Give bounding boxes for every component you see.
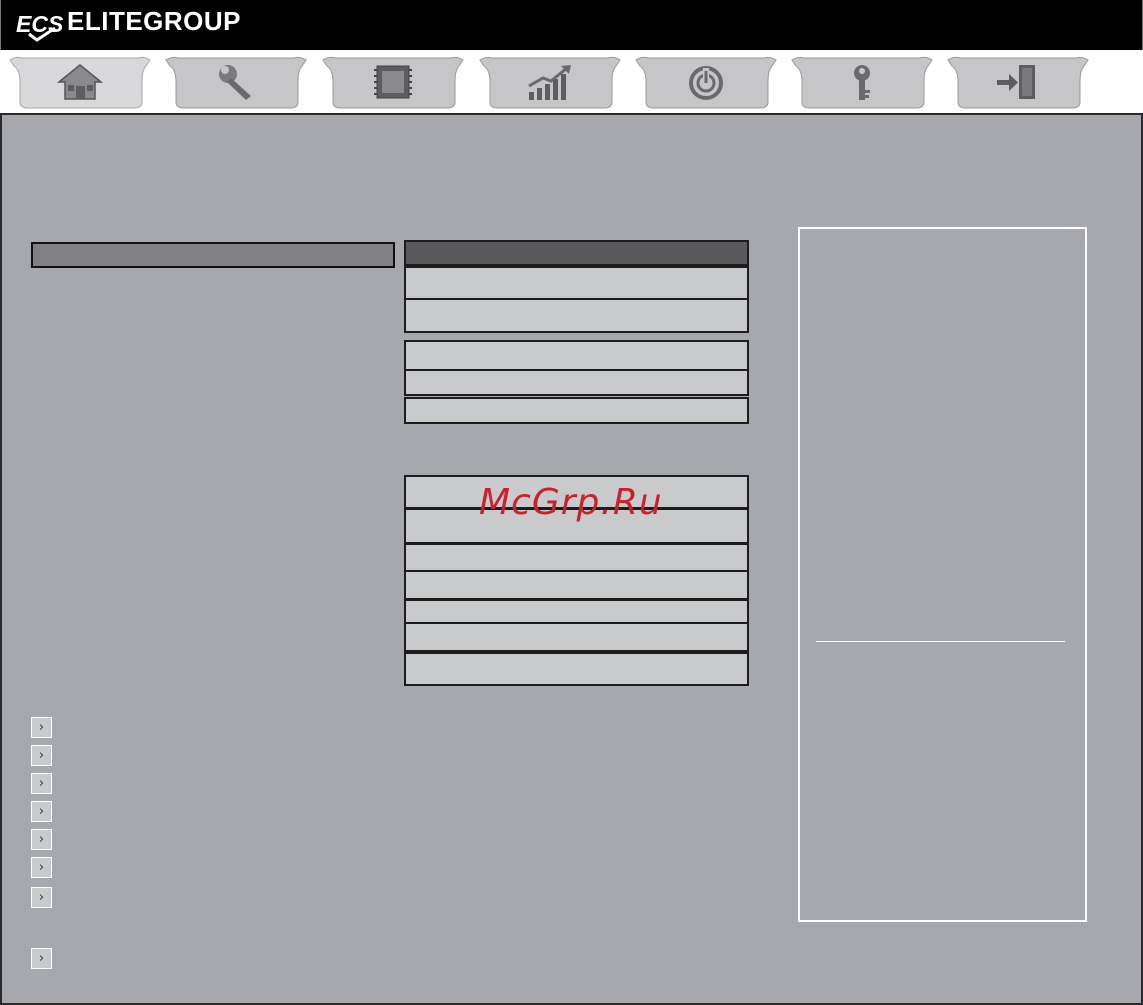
value-field xyxy=(404,369,749,396)
value-field xyxy=(404,570,749,600)
chip-icon xyxy=(374,65,412,99)
wrench-icon xyxy=(219,65,251,100)
chevron-right-icon: › xyxy=(38,804,45,819)
power-icon xyxy=(689,66,723,100)
performance-chart-icon xyxy=(528,65,571,100)
value-field xyxy=(404,622,749,652)
value-column-header xyxy=(404,240,749,266)
watermark: McGrp.Ru xyxy=(479,482,663,523)
value-field xyxy=(404,266,749,300)
main-content-panel: › › › › › › › › McGrp.Ru xyxy=(0,113,1143,1005)
help-panel xyxy=(798,227,1087,922)
tab-performance[interactable] xyxy=(478,52,622,112)
ecs-logo: ECS xyxy=(16,11,63,42)
value-field xyxy=(404,543,749,572)
chevron-right-icon: › xyxy=(38,776,45,791)
tab-security[interactable] xyxy=(790,52,934,112)
top-bar: ECS ELITEGROUP xyxy=(0,0,1143,50)
help-divider xyxy=(816,641,1065,642)
submenu-arrow-button[interactable]: › xyxy=(31,773,52,794)
submenu-arrow-button[interactable]: › xyxy=(31,857,52,878)
svg-text:ECS: ECS xyxy=(16,11,63,37)
main-tab-bar xyxy=(0,50,1143,113)
chevron-right-icon: › xyxy=(38,748,45,763)
tab-main[interactable] xyxy=(8,52,152,112)
tab-exit[interactable] xyxy=(946,52,1090,112)
submenu-arrow-button[interactable]: › xyxy=(31,801,52,822)
chevron-right-icon: › xyxy=(38,890,45,905)
chevron-right-icon: › xyxy=(38,832,45,847)
value-field xyxy=(404,298,749,333)
submenu-arrow-button[interactable]: › xyxy=(31,745,52,766)
section-header-bar xyxy=(31,242,395,268)
tab-chipset[interactable] xyxy=(321,52,465,112)
tab-power[interactable] xyxy=(634,52,778,112)
value-field xyxy=(404,397,749,424)
value-field xyxy=(404,652,749,686)
chevron-right-icon: › xyxy=(38,951,45,966)
submenu-arrow-button[interactable]: › xyxy=(31,717,52,738)
key-icon xyxy=(854,65,870,100)
submenu-arrow-button[interactable]: › xyxy=(31,948,52,969)
submenu-arrow-button[interactable]: › xyxy=(31,887,52,908)
chevron-right-icon: › xyxy=(38,860,45,875)
tab-advanced[interactable] xyxy=(164,52,308,112)
value-field xyxy=(404,340,749,371)
chevron-right-icon: › xyxy=(38,720,45,735)
submenu-arrow-button[interactable]: › xyxy=(31,829,52,850)
exit-icon xyxy=(997,65,1035,99)
home-icon xyxy=(56,64,104,100)
brand-name: ELITEGROUP xyxy=(67,6,242,36)
